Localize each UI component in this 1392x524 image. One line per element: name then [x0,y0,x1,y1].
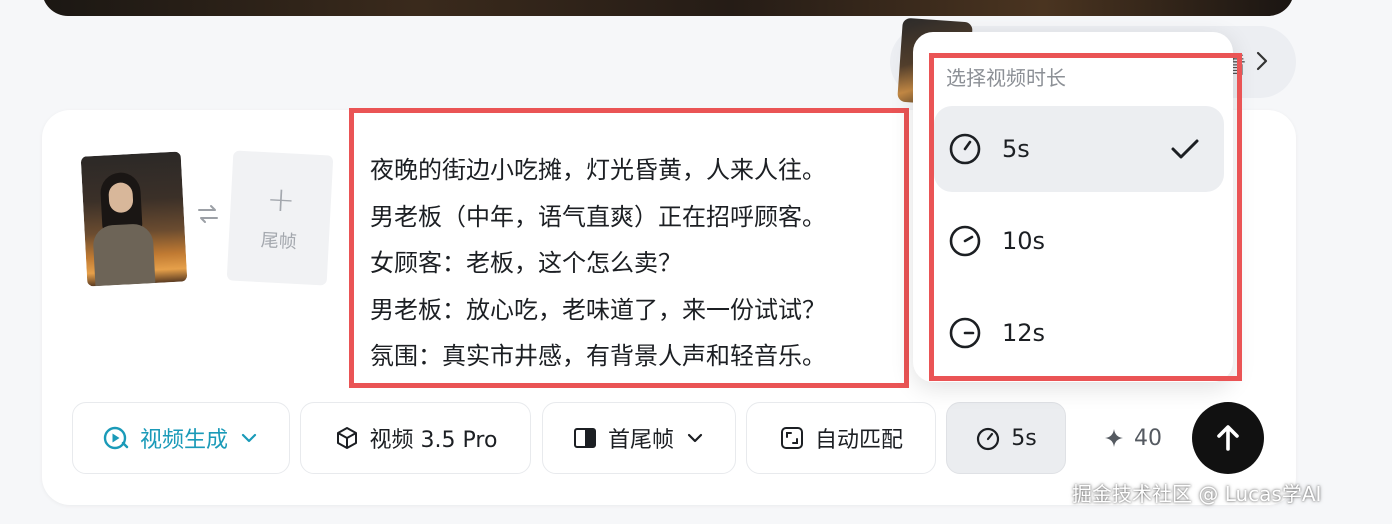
duration-option-12s[interactable]: 12s [934,290,1224,376]
last-frame-label: 尾帧 [260,230,298,253]
watermark: 掘金技术社区 @ Lucas学AI [1072,482,1322,506]
frames-icon [573,428,596,448]
frames-mode-button[interactable]: 首尾帧 [542,402,736,474]
figure-face [108,182,134,214]
duration-option-label: 10s [1002,227,1046,255]
chevron-down-icon [687,433,703,443]
video-play-icon [103,426,129,450]
prompt-line: 男老板：放心吃，老味道了，来一份试试？ [370,295,826,324]
mode-select-label: 视频生成 [139,428,228,453]
prompt-line: 男老板（中年，语气直爽）正在招呼顾客。 [370,202,826,231]
duration-option-10s[interactable]: 10s [934,198,1224,284]
frames-mode-label: 首尾帧 [607,428,674,453]
checkmark-icon [1171,139,1199,159]
clock-icon [977,427,1000,451]
credits-indicator: 40 [1104,420,1162,456]
duration-option-5s[interactable]: 5s [934,106,1224,192]
submit-button[interactable] [1192,402,1264,474]
prompt-line: 氛围：真实市井感，有背景人声和轻音乐。 [370,342,826,370]
duration-dropdown-title: 选择视频时长 [946,66,1066,90]
figure-coat [92,223,156,287]
plus-icon: + [265,179,297,221]
duration-option-label: 5s [1002,135,1030,163]
aspect-ratio-icon [780,427,803,449]
last-frame-upload[interactable]: + 尾帧 [226,150,334,286]
arrow-up-icon [1217,425,1239,451]
duration-option-label: 12s [1002,319,1046,347]
ratio-select-button[interactable]: 自动匹配 [746,402,936,474]
duration-select-label: 5s [1011,425,1037,451]
prompt-line: 夜晚的街边小吃摊，灯光昏黄，人来人往。 [370,156,826,184]
chevron-right-icon [1256,51,1268,71]
chevron-down-icon [241,433,257,443]
first-frame-image[interactable] [80,151,188,287]
sparkle-icon [1105,429,1123,447]
prompt-line: 女顾客：老板，这个怎么卖？ [370,249,682,277]
swap-icon[interactable] [196,202,220,226]
cube-icon [336,427,357,449]
top-image-banner [42,0,1294,16]
clock-icon [949,133,981,165]
duration-select-button[interactable]: 5s [946,402,1066,474]
mode-select-button[interactable]: 视频生成 [72,402,290,474]
ratio-select-label: 自动匹配 [814,428,903,453]
clock-icon [949,225,981,257]
credits-value: 40 [1134,425,1162,451]
model-select-label: 视频 3.5 Pro [369,428,498,453]
prompt-textarea[interactable]: 夜晚的街边小吃摊，灯光昏黄，人来人往。 男老板（中年，语气直爽）正在招呼顾客。 … [349,108,909,388]
model-select-button[interactable]: 视频 3.5 Pro [300,402,531,474]
clock-icon [949,317,981,349]
